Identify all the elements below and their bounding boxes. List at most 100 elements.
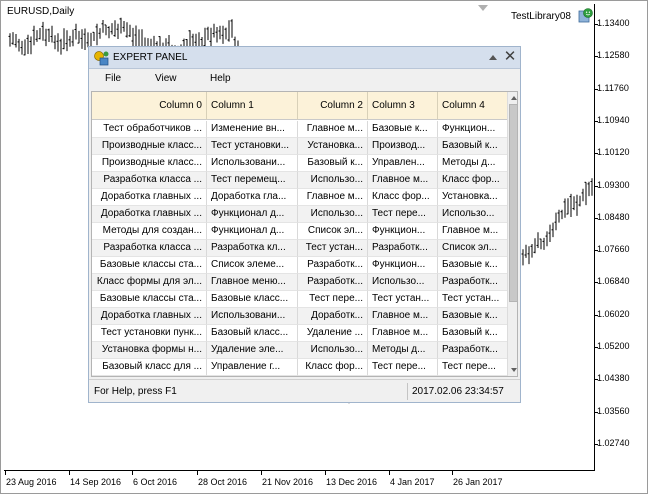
table-cell[interactable]: Тест устан... bbox=[298, 240, 368, 257]
table-cell[interactable]: Разработка кл... bbox=[207, 240, 298, 257]
column-header-4[interactable]: Column 4 bbox=[438, 92, 508, 120]
collapse-up-icon[interactable] bbox=[489, 55, 497, 60]
table-row[interactable]: Базовые классы ста... Базовые класс... Тес… bbox=[92, 291, 508, 308]
table-cell[interactable]: Тест пере... bbox=[368, 359, 438, 376]
table-row[interactable]: Базовые классы ста... Список элеме... Разр… bbox=[92, 257, 508, 274]
table-cell[interactable]: Использовани... bbox=[207, 308, 298, 325]
table-cell[interactable]: Доработка главных ... bbox=[92, 308, 207, 325]
column-header-1[interactable]: Column 1 bbox=[207, 92, 298, 120]
table-cell[interactable]: Разработк... bbox=[298, 274, 368, 291]
table-cell[interactable]: Использовани... bbox=[207, 155, 298, 172]
table-cell[interactable]: Доработка главных ... bbox=[92, 189, 207, 206]
table-cell[interactable]: Базовый к... bbox=[438, 325, 508, 342]
menu-view[interactable]: View bbox=[155, 73, 177, 84]
table-cell[interactable]: Главное м... bbox=[368, 172, 438, 189]
table-cell[interactable]: Тест пере... bbox=[438, 359, 508, 376]
table-row[interactable]: Производные класс... Тест установки... Уст… bbox=[92, 138, 508, 155]
table-cell[interactable]: Функцион... bbox=[368, 257, 438, 274]
table-row[interactable]: Тест обработчиков ... Изменение вн... Глав… bbox=[92, 121, 508, 138]
table-cell[interactable]: Установка формы н... bbox=[92, 342, 207, 359]
table-cell[interactable]: Главное м... bbox=[298, 121, 368, 138]
panel-title-bar[interactable]: EXPERT PANEL ✕ bbox=[89, 47, 520, 69]
table-cell[interactable]: Разработк... bbox=[438, 274, 508, 291]
scroll-down-icon[interactable] bbox=[511, 368, 517, 372]
table-row[interactable]: Производные класс... Использовани... Базов… bbox=[92, 155, 508, 172]
vertical-scrollbar[interactable] bbox=[507, 92, 517, 376]
menu-file[interactable]: File bbox=[105, 73, 121, 84]
table-cell[interactable]: Функционал д... bbox=[207, 206, 298, 223]
table-cell[interactable]: Базовые классы ста... bbox=[92, 291, 207, 308]
table-cell[interactable]: Управлен... bbox=[368, 155, 438, 172]
column-header-2[interactable]: Column 2 bbox=[298, 92, 368, 120]
table-cell[interactable]: Функцион... bbox=[438, 121, 508, 138]
table-cell[interactable]: Производ... bbox=[368, 138, 438, 155]
table-cell[interactable]: Удаление эле... bbox=[207, 342, 298, 359]
table-cell[interactable]: Базовый класс... bbox=[207, 325, 298, 342]
table-cell[interactable]: Базовый к... bbox=[298, 155, 368, 172]
table-cell[interactable]: Установка... bbox=[298, 138, 368, 155]
table-cell[interactable]: Использо... bbox=[298, 172, 368, 189]
table-cell[interactable]: Доработка главных ... bbox=[92, 206, 207, 223]
table-row[interactable]: Установка формы н... Удаление эле... Испол… bbox=[92, 342, 508, 359]
table-cell[interactable]: Использо... bbox=[368, 274, 438, 291]
table-cell[interactable]: Класс формы для эл... bbox=[92, 274, 207, 291]
table-cell[interactable]: Базовый класс для ... bbox=[92, 359, 207, 376]
column-header-0[interactable]: Column 0 bbox=[92, 92, 207, 120]
table-cell[interactable]: Базовый к... bbox=[438, 138, 508, 155]
table-cell[interactable]: Тест установки пунк... bbox=[92, 325, 207, 342]
table-cell[interactable]: Тест пере... bbox=[298, 291, 368, 308]
chart-shift-marker-icon[interactable] bbox=[478, 5, 488, 11]
table-row[interactable]: Базовый класс для ... Управление г... Клас… bbox=[92, 359, 508, 376]
table-row[interactable]: Разработка класса ... Разработка кл... Тес… bbox=[92, 240, 508, 257]
table-cell[interactable]: Удаление ... bbox=[298, 325, 368, 342]
table-cell[interactable]: Использо... bbox=[298, 342, 368, 359]
table-cell[interactable]: Класс фор... bbox=[368, 189, 438, 206]
table-cell[interactable]: Доработк... bbox=[298, 308, 368, 325]
table-cell[interactable]: Базовые к... bbox=[438, 257, 508, 274]
table-cell[interactable]: Использо... bbox=[438, 206, 508, 223]
table-cell[interactable]: Разработка класса ... bbox=[92, 240, 207, 257]
table-cell[interactable]: Производные класс... bbox=[92, 155, 207, 172]
table-cell[interactable]: Список эл... bbox=[298, 223, 368, 240]
table-row[interactable]: Доработка главных ... Функционал д... Испо… bbox=[92, 206, 508, 223]
table-cell[interactable]: Изменение вн... bbox=[207, 121, 298, 138]
table-cell[interactable]: Список эл... bbox=[438, 240, 508, 257]
table-cell[interactable]: Доработка гла... bbox=[207, 189, 298, 206]
table-cell[interactable]: Методы д... bbox=[438, 155, 508, 172]
table-cell[interactable]: Класс фор... bbox=[298, 359, 368, 376]
table-row[interactable]: Разработка класса ... Тест перемещ... Испо… bbox=[92, 172, 508, 189]
table-cell[interactable]: Разработк... bbox=[438, 342, 508, 359]
table-cell[interactable]: Базовые к... bbox=[438, 308, 508, 325]
scrollbar-thumb[interactable] bbox=[509, 104, 517, 302]
table-cell[interactable]: Тест установки... bbox=[207, 138, 298, 155]
table-cell[interactable]: Управление г... bbox=[207, 359, 298, 376]
table-cell[interactable]: Методы д... bbox=[368, 342, 438, 359]
table-cell[interactable]: Использо... bbox=[298, 206, 368, 223]
table-cell[interactable]: Разработк... bbox=[368, 240, 438, 257]
table-row[interactable]: Тест установки пунк... Базовый класс... Уд… bbox=[92, 325, 508, 342]
table-cell[interactable]: Тест устан... bbox=[368, 291, 438, 308]
scroll-up-icon[interactable] bbox=[511, 96, 517, 100]
expert-panel-window[interactable]: EXPERT PANEL ✕ File View Help Column 0 C… bbox=[88, 46, 521, 403]
table-row[interactable]: Методы для создан... Функционал д... Списо… bbox=[92, 223, 508, 240]
table-cell[interactable]: Базовые классы ста... bbox=[92, 257, 207, 274]
table-cell[interactable]: Установка... bbox=[438, 189, 508, 206]
table-cell[interactable]: Класс фор... bbox=[438, 172, 508, 189]
table-cell[interactable]: Тест перемещ... bbox=[207, 172, 298, 189]
table-cell[interactable]: Главное м... bbox=[438, 223, 508, 240]
close-icon[interactable]: ✕ bbox=[502, 49, 518, 65]
table-cell[interactable]: Функционал д... bbox=[207, 223, 298, 240]
table-cell[interactable]: Тест обработчиков ... bbox=[92, 121, 207, 138]
table-cell[interactable]: Разработк... bbox=[298, 257, 368, 274]
table-cell[interactable]: Список элеме... bbox=[207, 257, 298, 274]
table-cell[interactable]: Разработка класса ... bbox=[92, 172, 207, 189]
table-cell[interactable]: Базовые класс... bbox=[207, 291, 298, 308]
table-cell[interactable]: Тест пере... bbox=[368, 206, 438, 223]
smiley-expert-icon[interactable] bbox=[578, 8, 593, 23]
table-cell[interactable]: Производные класс... bbox=[92, 138, 207, 155]
table-cell[interactable]: Главное м... bbox=[368, 325, 438, 342]
table-cell[interactable]: Базовые к... bbox=[368, 121, 438, 138]
table-row[interactable]: Доработка главных ... Использовани... Дора… bbox=[92, 308, 508, 325]
column-header-3[interactable]: Column 3 bbox=[368, 92, 438, 120]
table-cell[interactable]: Тест устан... bbox=[438, 291, 508, 308]
